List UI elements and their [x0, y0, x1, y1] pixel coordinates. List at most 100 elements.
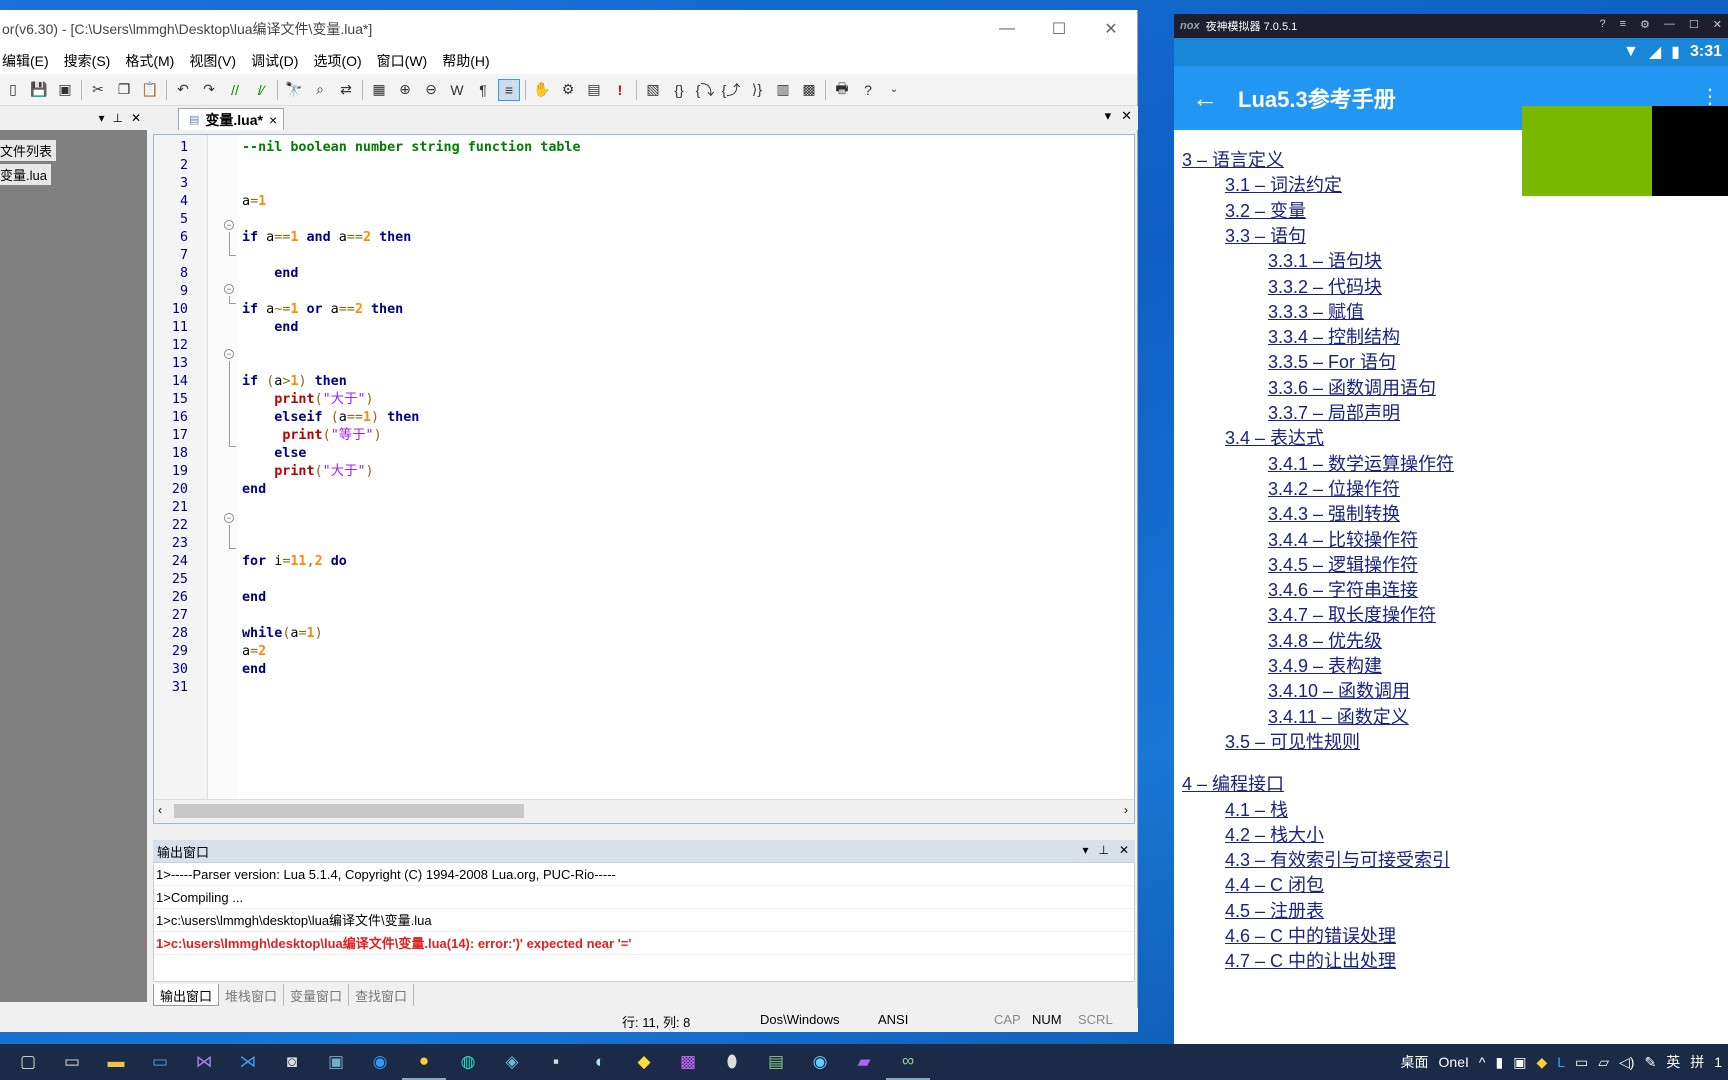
- tab-variables-lua[interactable]: ▤ 变量.lua* ×: [178, 108, 285, 130]
- scroll-right-icon[interactable]: ›: [1124, 803, 1128, 817]
- run-icon[interactable]: !: [609, 79, 631, 101]
- toc-link[interactable]: 3.3.3 – 赋值: [1268, 298, 1364, 324]
- debug-icon[interactable]: ▧: [642, 79, 664, 101]
- tabs-dropdown-icon[interactable]: ▾: [1105, 108, 1112, 124]
- toolbar-overflow-icon[interactable]: ⌄: [883, 79, 905, 101]
- breakpoint-icon[interactable]: ▩: [798, 79, 820, 101]
- paste-icon[interactable]: 📋: [139, 79, 161, 101]
- scroll-thumb[interactable]: [174, 804, 524, 818]
- toc-link[interactable]: 3.4.2 – 位操作符: [1268, 475, 1400, 501]
- toc-link[interactable]: 3.2 – 变量: [1225, 197, 1306, 223]
- maximize-icon[interactable]: ☐: [1689, 18, 1699, 31]
- pen-icon[interactable]: ✎: [1644, 1054, 1656, 1071]
- app-icon[interactable]: ●: [402, 1044, 446, 1080]
- toc-link[interactable]: 4.4 – C 闭包: [1225, 871, 1324, 897]
- tabs-close-icon[interactable]: ✕: [1121, 108, 1132, 124]
- menu-view[interactable]: 视图(V): [187, 51, 245, 71]
- toc-link[interactable]: 4.3 – 有效索引与可接受索引: [1225, 846, 1450, 872]
- undo-icon[interactable]: ↶: [172, 79, 194, 101]
- tab-variables[interactable]: 变量窗口: [284, 984, 350, 1006]
- tray-clock[interactable]: 1: [1714, 1054, 1722, 1070]
- toc-link[interactable]: 3.3.1 – 语句块: [1268, 247, 1382, 273]
- app-icon[interactable]: ▭: [50, 1044, 94, 1080]
- close-icon[interactable]: ✕: [1713, 18, 1722, 31]
- menu-options[interactable]: 选项(O): [311, 51, 370, 71]
- app-icon[interactable]: ▩: [666, 1044, 710, 1080]
- code-editor[interactable]: 1 --nil boolean number string function ta…: [153, 134, 1135, 824]
- toc-link[interactable]: 3.4 – 表达式: [1225, 424, 1324, 450]
- toc-link[interactable]: 3.4.7 – 取长度操作符: [1268, 601, 1436, 627]
- zoom-out-icon[interactable]: ⊖: [420, 79, 442, 101]
- indent-guide-icon[interactable]: ≡: [498, 78, 520, 101]
- settings-icon[interactable]: ⚙: [1640, 18, 1650, 31]
- toc-link[interactable]: 3.4.6 – 字符串连接: [1268, 576, 1418, 602]
- tab-close-icon[interactable]: ×: [269, 112, 277, 128]
- app-icon[interactable]: ▤: [754, 1044, 798, 1080]
- fold-toggle-icon[interactable]: −: [224, 284, 234, 294]
- vscode-icon[interactable]: ⋊: [226, 1044, 270, 1080]
- output-close-icon[interactable]: ✕: [1119, 843, 1129, 857]
- copy-icon[interactable]: ❐: [113, 79, 135, 101]
- close-icon[interactable]: ✕: [1085, 10, 1137, 48]
- toc-link[interactable]: 3.4.5 – 逻辑操作符: [1268, 551, 1418, 577]
- app-icon[interactable]: ◙: [270, 1044, 314, 1080]
- steam-icon[interactable]: ◐: [578, 1044, 622, 1080]
- battery-icon[interactable]: ▭: [1575, 1054, 1588, 1071]
- find-next-icon[interactable]: ⌕: [309, 79, 331, 101]
- fold-toggle-icon[interactable]: −: [224, 513, 234, 523]
- app-icon[interactable]: ◈: [490, 1044, 534, 1080]
- toc-link[interactable]: 3.3 – 语句: [1225, 222, 1306, 248]
- toc-link[interactable]: 4.6 – C 中的错误处理: [1225, 922, 1396, 948]
- toc-link[interactable]: 3.3.6 – 函数调用语句: [1268, 374, 1436, 400]
- panel-dropdown-icon[interactable]: ▾: [98, 111, 104, 125]
- step-over-icon[interactable]: {⤵: [694, 79, 716, 101]
- toc-link[interactable]: 4.5 – 注册表: [1225, 897, 1324, 923]
- mic-icon[interactable]: ▮: [1495, 1054, 1503, 1071]
- toc-link[interactable]: 3.4.8 – 优先级: [1268, 627, 1382, 653]
- chevron-up-icon[interactable]: ^: [1479, 1054, 1486, 1070]
- comment-icon[interactable]: //: [224, 79, 246, 101]
- toc-link[interactable]: 3.3.2 – 代码块: [1268, 273, 1382, 299]
- toc-link[interactable]: 3.4.10 – 函数调用: [1268, 677, 1410, 703]
- replace-icon[interactable]: ⇄: [335, 79, 357, 101]
- cut-icon[interactable]: ✂: [87, 79, 109, 101]
- zoom-in-icon[interactable]: ⊕: [394, 79, 416, 101]
- toc-link[interactable]: 4 – 编程接口: [1182, 770, 1284, 796]
- nox-taskbar-icon[interactable]: ∞: [886, 1044, 930, 1080]
- toc-link[interactable]: 3.4.1 – 数学运算操作符: [1268, 450, 1454, 476]
- app-icon[interactable]: ◉: [798, 1044, 842, 1080]
- tab-find[interactable]: 查找窗口: [349, 984, 415, 1006]
- file-list-root[interactable]: 文件列表: [0, 140, 57, 161]
- find-icon[interactable]: 🔭: [283, 79, 305, 101]
- new-file-icon[interactable]: ▯: [2, 79, 24, 101]
- toc-link[interactable]: 3.4.9 – 表构建: [1268, 652, 1382, 678]
- tab-output[interactable]: 输出窗口: [153, 984, 220, 1006]
- menu-icon[interactable]: ≡: [1620, 18, 1626, 31]
- start-icon[interactable]: ▢: [6, 1044, 50, 1080]
- fold-toggle-icon[interactable]: −: [224, 349, 234, 359]
- toc-link[interactable]: 4.2 – 栈大小: [1225, 821, 1324, 847]
- language-indicator[interactable]: 英: [1666, 1052, 1680, 1072]
- toc-link[interactable]: 3 – 语言定义: [1182, 146, 1284, 172]
- toc-link[interactable]: 3.4.3 – 强制转换: [1268, 500, 1400, 526]
- toc-link[interactable]: 3.5 – 可见性规则: [1225, 728, 1360, 754]
- fold-toggle-icon[interactable]: −: [224, 220, 234, 230]
- tray-desktop[interactable]: 桌面: [1401, 1052, 1429, 1072]
- save-all-icon[interactable]: ▣: [54, 79, 76, 101]
- epic-games-icon[interactable]: ▪: [534, 1044, 578, 1080]
- toc-link[interactable]: 3.3.4 – 控制结构: [1268, 323, 1400, 349]
- network-icon[interactable]: ▱: [1598, 1054, 1609, 1071]
- edge-icon[interactable]: ◍: [446, 1044, 490, 1080]
- app-icon[interactable]: ◆: [622, 1044, 666, 1080]
- app-icon[interactable]: ⬮: [710, 1044, 754, 1080]
- toc-link[interactable]: 3.1 – 词法约定: [1225, 171, 1342, 197]
- help-icon[interactable]: ?: [1599, 18, 1605, 31]
- menu-window[interactable]: 窗口(W): [375, 51, 437, 71]
- scroll-left-icon[interactable]: ‹: [158, 803, 162, 817]
- visual-studio-icon[interactable]: ⋈: [182, 1044, 226, 1080]
- output-panel[interactable]: 1>-----Parser version: Lua 5.1.4, Copyri…: [153, 862, 1135, 982]
- menu-edit[interactable]: 编辑(E): [0, 51, 58, 71]
- app-icon[interactable]: ▭: [138, 1044, 182, 1080]
- help-icon[interactable]: ?: [857, 79, 879, 101]
- pilcrow-icon[interactable]: ¶: [472, 79, 494, 101]
